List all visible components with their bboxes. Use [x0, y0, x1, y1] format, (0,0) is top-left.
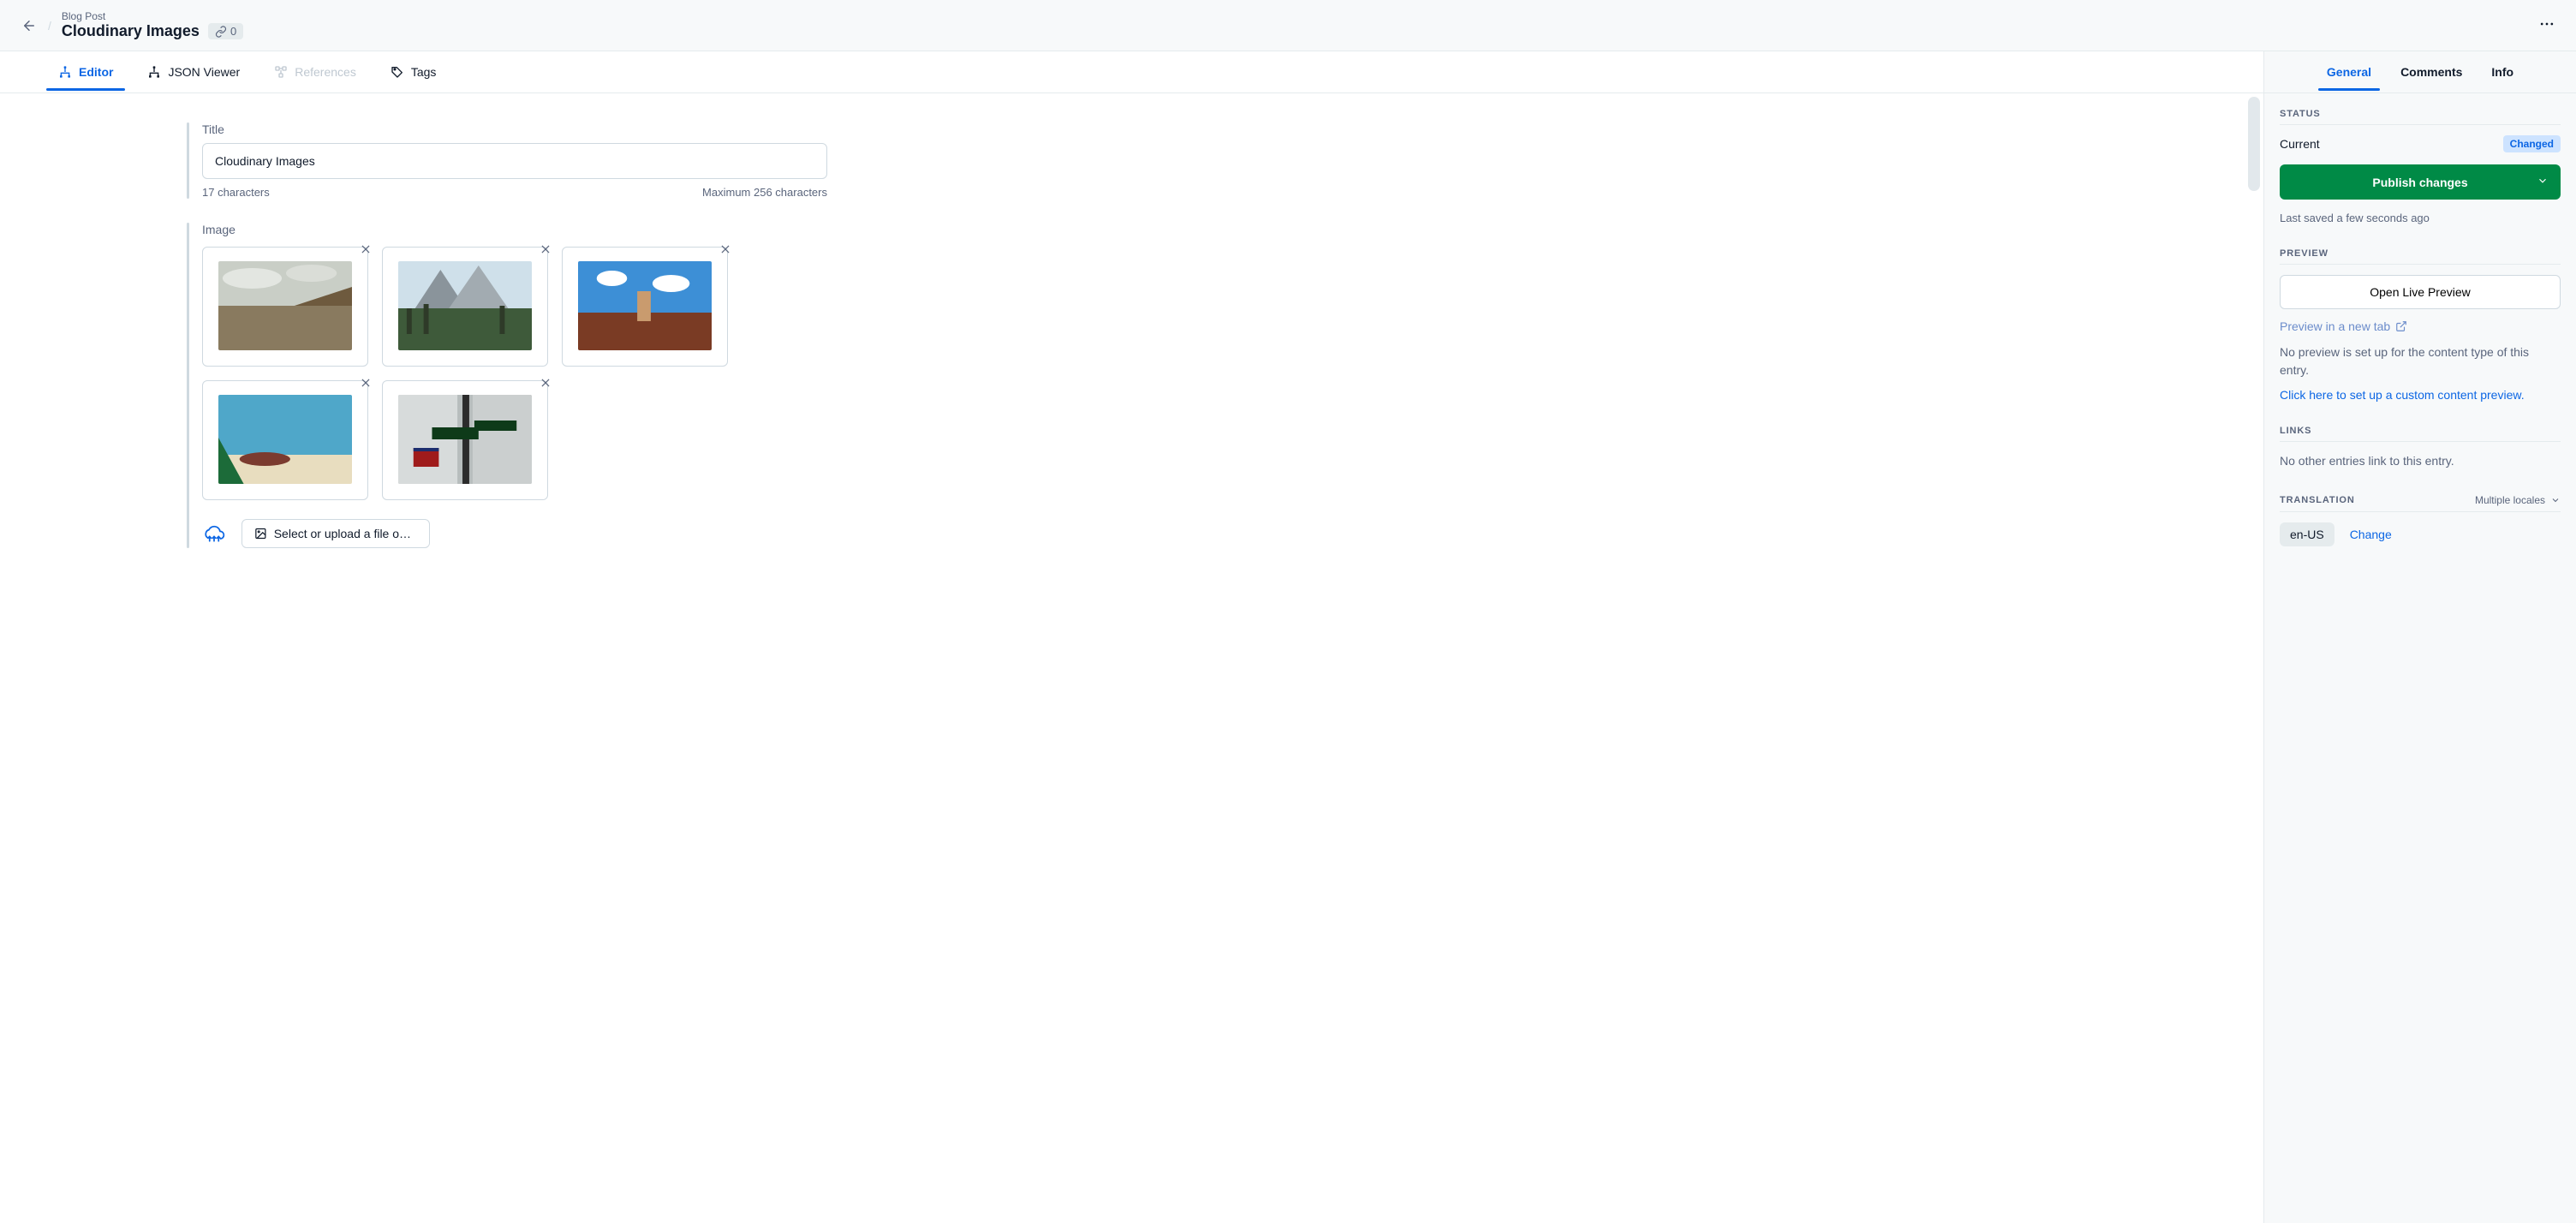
links-heading: LINKS [2280, 426, 2561, 442]
image-thumbnail[interactable] [202, 247, 368, 367]
preview-empty-text: No preview is set up for the content typ… [2280, 343, 2561, 379]
status-current-label: Current [2280, 137, 2320, 151]
title-field-label: Title [202, 122, 2212, 136]
links-empty-text: No other entries link to this entry. [2280, 452, 2561, 470]
references-count-badge[interactable]: 0 [208, 23, 243, 39]
chevron-down-icon [2550, 495, 2561, 505]
breadcrumb-content-type: Blog Post [62, 10, 243, 22]
remove-image-button[interactable] [537, 241, 554, 258]
cloudinary-icon [202, 524, 226, 543]
external-link-icon [2395, 320, 2407, 332]
remove-image-button[interactable] [537, 374, 554, 391]
status-badge: Changed [2503, 135, 2561, 152]
tab-label: Editor [79, 65, 113, 79]
more-actions-button[interactable] [2538, 15, 2555, 35]
tab-label: References [295, 65, 356, 79]
tab-tags[interactable]: Tags [391, 65, 437, 79]
translation-heading: TRANSLATION [2280, 495, 2355, 505]
breadcrumb-separator: / [48, 19, 51, 33]
chevron-down-icon [2537, 175, 2549, 189]
sitemap-icon [147, 65, 161, 79]
open-live-preview-label: Open Live Preview [2370, 285, 2471, 299]
image-thumbnail[interactable] [562, 247, 728, 367]
image-preview [218, 395, 352, 484]
tab-label: Tags [411, 65, 437, 79]
preview-heading: PREVIEW [2280, 248, 2561, 265]
image-field-label: Image [202, 223, 2212, 236]
title-char-count: 17 characters [202, 186, 270, 199]
side-tab-comments[interactable]: Comments [2400, 65, 2462, 79]
title-max-chars: Maximum 256 characters [702, 186, 827, 199]
image-preview [578, 261, 712, 350]
image-preview [398, 395, 532, 484]
translation-multiple-label: Multiple locales [2475, 494, 2545, 506]
tab-editor[interactable]: Editor [58, 65, 113, 79]
link-icon [215, 26, 227, 38]
image-preview [218, 261, 352, 350]
scrollbar-thumb[interactable] [2248, 97, 2260, 191]
open-live-preview-button[interactable]: Open Live Preview [2280, 275, 2561, 309]
image-preview [398, 261, 532, 350]
preview-new-tab-link[interactable]: Preview in a new tab [2280, 319, 2561, 333]
tag-icon [391, 65, 404, 79]
page-title: Cloudinary Images [62, 22, 200, 40]
image-icon [254, 527, 267, 540]
remove-image-button[interactable] [357, 374, 374, 391]
last-saved-text: Last saved a few seconds ago [2280, 212, 2561, 224]
side-tab-info[interactable]: Info [2491, 65, 2513, 79]
publish-changes-button[interactable]: Publish changes [2280, 164, 2561, 200]
remove-image-button[interactable] [357, 241, 374, 258]
tab-label: JSON Viewer [168, 65, 240, 79]
status-heading: STATUS [2280, 109, 2561, 125]
remove-image-button[interactable] [717, 241, 734, 258]
locale-pill: en-US [2280, 522, 2334, 546]
change-locale-link[interactable]: Change [2350, 528, 2392, 541]
tab-references: References [274, 65, 356, 79]
references-icon [274, 65, 288, 79]
publish-button-label: Publish changes [2372, 176, 2467, 189]
tab-json-viewer[interactable]: JSON Viewer [147, 65, 240, 79]
back-button[interactable] [21, 17, 38, 34]
image-thumbnail[interactable] [382, 380, 548, 500]
references-count-value: 0 [230, 25, 236, 38]
side-tab-general[interactable]: General [2327, 65, 2371, 79]
preview-new-tab-label: Preview in a new tab [2280, 319, 2390, 333]
upload-button-label: Select or upload a file on C… [274, 527, 417, 540]
image-thumbnail[interactable] [202, 380, 368, 500]
setup-preview-link[interactable]: Click here to set up a custom content pr… [2280, 388, 2561, 402]
sitemap-icon [58, 65, 72, 79]
title-input[interactable] [202, 143, 827, 179]
select-upload-file-button[interactable]: Select or upload a file on C… [242, 519, 430, 548]
translation-multiple-locales-dropdown[interactable]: Multiple locales [2475, 494, 2561, 506]
image-thumbnail[interactable] [382, 247, 548, 367]
